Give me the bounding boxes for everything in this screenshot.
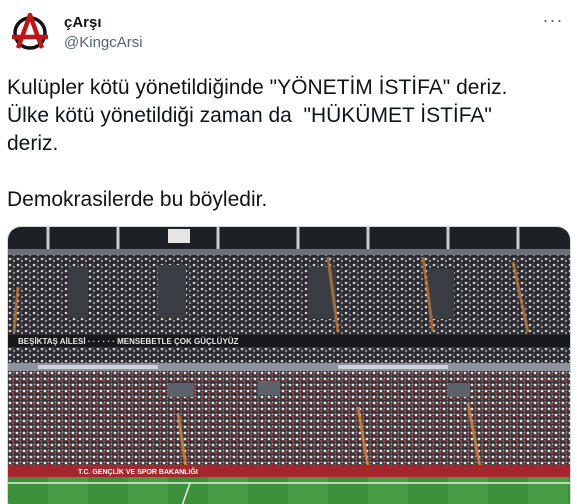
tweet-line: Kulüpler kötü yönetildiğinde "YÖNETİM İS… xyxy=(7,76,508,99)
user-handle[interactable]: @KingcArsi xyxy=(64,34,143,51)
avatar[interactable] xyxy=(8,10,52,54)
banner-upper-text: BEŞİKTAŞ AİLESİ · · · · · · MENSEBETLE Ç… xyxy=(18,337,239,346)
tweet-line: Ülke kötü yönetildiği zaman da "HÜKÜMET … xyxy=(7,104,492,127)
banner-lower-text: T.C. GENÇLİK VE SPOR BAKANLIĞI xyxy=(78,467,198,476)
tweet-text: Kulüpler kötü yönetildiğinde "YÖNETİM İS… xyxy=(7,74,567,214)
more-options-icon[interactable]: ··· xyxy=(541,10,565,30)
tweet-line: deriz. xyxy=(7,132,59,155)
display-name[interactable]: çArşı xyxy=(64,14,102,31)
tweet-media-image[interactable]: BEŞİKTAŞ AİLESİ · · · · · · MENSEBETLE Ç… xyxy=(7,226,571,504)
anarchy-a-icon xyxy=(8,10,52,54)
tweet-line: Demokrasilerde bu böyledir. xyxy=(7,188,268,211)
stadium-photo: BEŞİKTAŞ AİLESİ · · · · · · MENSEBETLE Ç… xyxy=(8,227,570,504)
tweet-header: çArşı @KingcArsi ··· xyxy=(0,0,577,62)
